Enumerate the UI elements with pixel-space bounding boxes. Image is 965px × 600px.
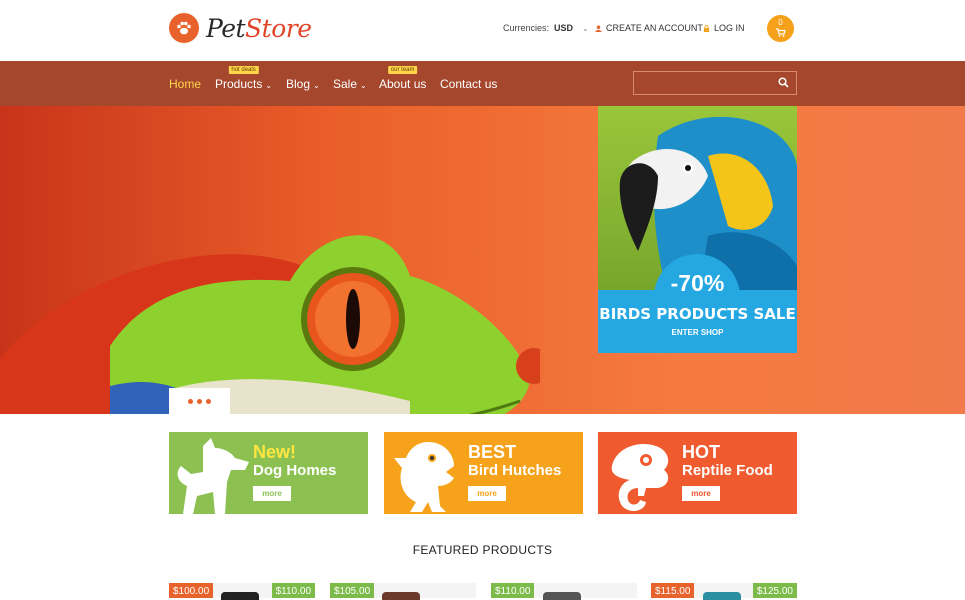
create-account-label: CREATE AN ACCOUNT <box>606 23 703 33</box>
chevron-down-icon: ⌄ <box>313 81 320 90</box>
nav-blog[interactable]: Blog ⌄ <box>286 77 320 91</box>
nav-contact-label: Contact us <box>440 77 498 91</box>
search-input[interactable] <box>634 72 772 94</box>
cart-icon <box>775 28 786 37</box>
parrot-icon <box>394 442 454 512</box>
dog-icon <box>177 438 249 514</box>
paw-icon <box>169 13 199 43</box>
currency-selector[interactable]: Currencies: USD ⌄ <box>503 23 589 33</box>
product-price-old: $115.00 <box>651 583 695 598</box>
featured-products-title: FEATURED PRODUCTS <box>412 543 553 557</box>
more-button[interactable]: more <box>682 486 720 501</box>
more-button[interactable]: more <box>468 486 506 501</box>
nav-about-label: About us <box>379 77 427 91</box>
nav-home[interactable]: Home <box>169 77 201 91</box>
slider-dots[interactable] <box>169 388 230 414</box>
search-icon[interactable] <box>778 77 789 88</box>
banner-dog-homes[interactable]: New! Dog Homes more <box>169 432 368 514</box>
product-price-new: $125.00 <box>752 583 797 598</box>
slider-dot[interactable] <box>197 398 202 404</box>
cart-button[interactable]: 0 <box>767 15 794 42</box>
create-account-link[interactable]: CREATE AN ACCOUNT <box>595 23 703 33</box>
logo[interactable]: PetStore <box>169 13 312 43</box>
product-price-old: $110.00 <box>491 583 535 598</box>
product-image <box>703 592 741 600</box>
nav-contact[interactable]: Contact us <box>440 77 497 91</box>
product-image <box>382 592 420 600</box>
nav-home-label: Home <box>169 77 202 91</box>
logo-text-pet: Pet <box>206 13 246 43</box>
currency-value: USD <box>554 23 574 33</box>
frog-image <box>110 235 540 414</box>
currencies-label: Currencies: <box>503 23 550 33</box>
login-label: LOG IN <box>714 23 745 33</box>
banner-reptile-line2: Reptile Food <box>682 462 773 479</box>
chevron-down-icon: ⌄ <box>265 81 273 90</box>
product-card[interactable]: $110.00 <box>491 583 637 600</box>
more-button[interactable]: more <box>253 486 291 501</box>
banner-dog-line2: Dog Homes <box>253 462 337 479</box>
our-team-badge: our team <box>387 66 418 74</box>
product-image <box>221 592 259 600</box>
promo-discount: -70% <box>670 270 725 296</box>
lock-icon <box>703 24 710 32</box>
product-card[interactable]: $115.00 $125.00 <box>651 583 797 600</box>
user-icon <box>595 24 602 32</box>
product-card[interactable]: $105.00 <box>330 583 476 600</box>
banner-reptile-food[interactable]: HOT Reptile Food more <box>598 432 797 514</box>
product-price-new: $110.00 <box>271 583 315 598</box>
nav-products-label: Products <box>215 77 263 91</box>
logo-text: PetStore <box>206 14 312 43</box>
main-nav: Home hot deals Products ⌄ Blog ⌄ Sale ⌄ our… <box>0 61 965 106</box>
product-card[interactable]: $100.00 $110.00 <box>169 583 315 600</box>
logo-text-store: Store <box>245 13 312 43</box>
product-price-old: $105.00 <box>330 583 375 598</box>
nav-sale[interactable]: Sale ⌄ <box>333 77 367 91</box>
chevron-down-icon: ⌄ <box>360 81 367 90</box>
hot-deals-badge: hot deals <box>228 66 259 74</box>
nav-blog-label: Blog <box>286 77 311 91</box>
enter-shop-link[interactable]: ENTER SHOP <box>598 328 797 337</box>
chameleon-icon <box>611 444 669 511</box>
hero-slider[interactable] <box>0 106 965 414</box>
product-price-old: $100.00 <box>169 583 214 598</box>
login-link[interactable]: LOG IN <box>703 23 745 33</box>
banner-dog-line1: New! <box>253 442 297 462</box>
slider-dot[interactable] <box>188 398 193 404</box>
banner-bird-hutches[interactable]: BEST Bird Hutches more <box>384 432 583 514</box>
nav-products[interactable]: hot deals Products ⌄ <box>215 66 273 91</box>
nav-sale-label: Sale <box>333 77 358 91</box>
site-header: PetStore Currencies: USD ⌄ CREATE AN ACC… <box>0 0 965 61</box>
nav-about[interactable]: our team About us <box>379 66 427 91</box>
slider-dot[interactable] <box>206 398 211 404</box>
cart-count: 0 <box>778 18 783 27</box>
promo-title: BIRDS PRODUCTS SALE <box>599 305 796 323</box>
product-image <box>543 592 581 600</box>
birds-sale-promo[interactable]: -70% BIRDS PRODUCTS SALE ENTER SHOP <box>598 106 797 353</box>
banner-reptile-line1: HOT <box>682 442 720 462</box>
chevron-down-icon: ⌄ <box>582 23 589 33</box>
banner-bird-line2: Bird Hutches <box>468 462 562 479</box>
search-box <box>633 71 797 95</box>
banner-bird-line1: BEST <box>468 442 517 462</box>
